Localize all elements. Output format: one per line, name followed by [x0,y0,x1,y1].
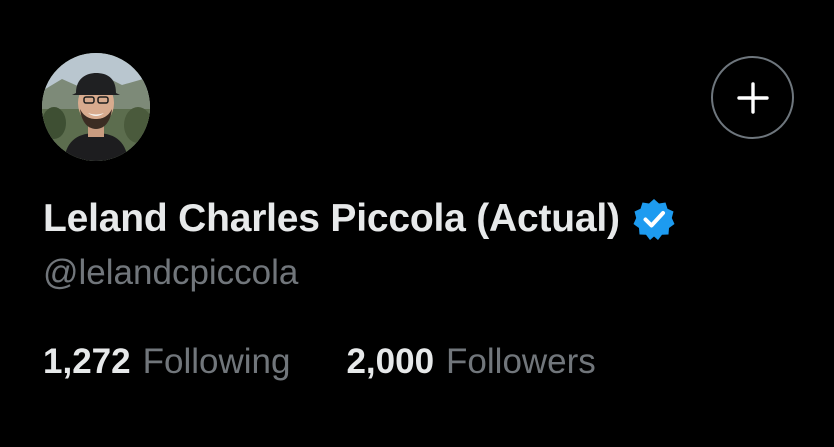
avatar[interactable] [42,53,150,161]
following-link[interactable]: 1,272 Following [43,342,290,382]
username-handle: @lelandcpiccola [43,253,299,292]
follow-stats: 1,272 Following 2,000 Followers [43,342,596,382]
following-label: Following [142,342,291,381]
following-count: 1,272 [43,342,131,381]
verified-badge-icon[interactable] [632,197,676,241]
add-button[interactable] [711,56,794,139]
name-row: Leland Charles Piccola (Actual) [43,192,676,246]
followers-label: Followers [446,342,596,381]
plus-icon [736,81,769,114]
followers-count: 2,000 [346,342,435,381]
profile-photo [42,53,150,161]
followers-link[interactable]: 2,000 Followers [346,342,595,382]
display-name: Leland Charles Piccola (Actual) [43,197,620,240]
